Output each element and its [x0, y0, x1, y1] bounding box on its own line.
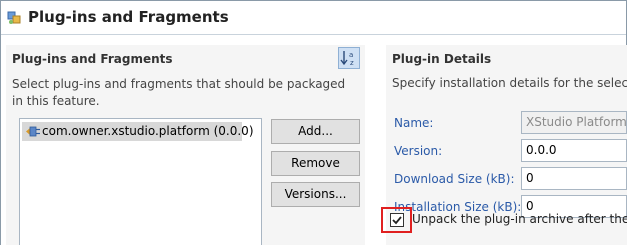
page-title: Plug-ins and Fragments — [28, 8, 229, 26]
plugins-list[interactable]: com.owner.xstudio.platform (0.0.0) — [19, 118, 262, 245]
version-field[interactable]: 0.0.0 — [521, 139, 627, 162]
add-button[interactable]: Add... — [271, 119, 360, 144]
sort-alphabetically-button[interactable]: a z — [338, 47, 360, 69]
editor-header: Plug-ins and Fragments — [1, 1, 626, 34]
unpack-checkbox[interactable] — [390, 213, 404, 227]
version-label[interactable]: Version: — [394, 144, 442, 158]
unpack-option[interactable]: Unpack the plug-in archive after the i — [381, 207, 627, 233]
plugins-icon — [7, 11, 21, 24]
plugin-details-title: Plug-in Details — [392, 52, 492, 66]
plugin-details-description: Specify installation details for the sel… — [392, 76, 627, 90]
versions-button[interactable]: Versions... — [271, 182, 360, 207]
download-size-label: Download Size (kB): — [394, 172, 515, 186]
plugins-section-header: Plug-ins and Fragments a z — [6, 45, 365, 71]
plugins-section: Plug-ins and Fragments a z Select plug-i… — [6, 45, 365, 245]
download-size-field[interactable]: 0 — [521, 167, 627, 190]
plugins-section-title: Plug-ins and Fragments — [12, 52, 173, 66]
sort-az-icon: a z — [340, 51, 354, 67]
plugins-section-description: Select plug-ins and fragments that shoul… — [12, 77, 346, 108]
unpack-label[interactable]: Unpack the plug-in archive after the i — [412, 212, 627, 226]
name-field: XStudio Platform — [521, 111, 627, 134]
name-label: Name: — [394, 116, 434, 130]
plugin-icon — [26, 126, 40, 137]
svg-text:z: z — [350, 59, 354, 67]
checkmark-icon — [392, 216, 402, 225]
svg-text:a: a — [349, 51, 353, 59]
list-item[interactable]: com.owner.xstudio.platform (0.0.0) — [22, 122, 254, 141]
remove-button[interactable]: Remove — [271, 151, 360, 176]
list-item-label: com.owner.xstudio.platform (0.0.0) — [42, 124, 254, 138]
